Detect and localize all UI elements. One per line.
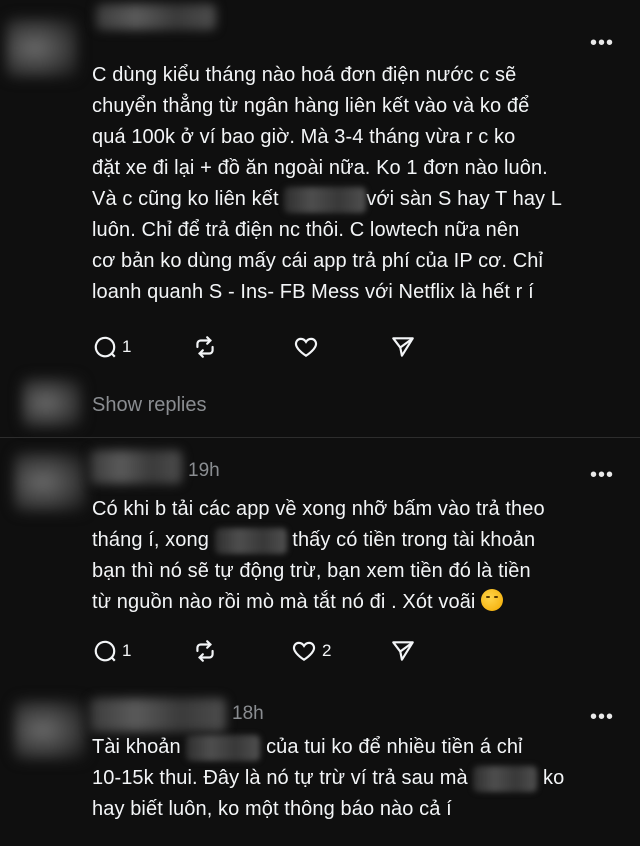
text-segment: Và c cũng ko liên kết [92,188,279,210]
text-segment: thấy có tiền trong tài khoản [292,529,536,551]
repost-button[interactable] [192,636,218,666]
action-bar: 1 2 [92,636,452,666]
username-redacted[interactable] [90,698,226,732]
reply-avatar[interactable] [22,378,82,428]
text-line: từ nguồn nào rồi mò mà tắt nó đi . Xót v… [92,587,632,618]
heart-icon [294,337,318,357]
comment-text: Tài khoản của tui ko để nhiều tiền á chỉ… [92,732,632,825]
redacted-text [186,734,261,761]
action-bar: 1 [92,332,452,362]
redacted-text [214,527,287,554]
text-segment: ko [543,767,565,789]
text-line: đặt xe đi lại + đồ ăn ngoài nữa. Ko 1 đơ… [92,157,548,179]
text-segment: từ nguồn nào rồi mò mà tắt nó đi . Xót v… [92,591,476,613]
woozy-face-emoji [481,589,504,611]
text-segment: 10-15k thui. Đây là nó tự trừ ví trả sau… [92,767,468,789]
more-options-icon[interactable]: ••• [590,465,614,485]
reply-button[interactable]: 1 [92,636,131,666]
more-options-icon[interactable]: ••• [590,33,614,53]
username-redacted[interactable] [90,450,182,484]
like-button[interactable]: 2 [290,636,331,666]
send-icon [392,337,414,357]
reply-count: 1 [122,641,132,660]
text-line: loanh quanh S - Ins- FB Mess với Netflix… [92,281,534,303]
avatar[interactable] [14,452,86,512]
text-line: Có khi b tải các app về xong nhỡ bấm vào… [92,498,545,520]
comment-text: C dùng kiểu tháng nào hoá đơn điện nước … [92,60,632,308]
repost-button[interactable] [192,332,218,362]
comment-bubble-icon [94,640,116,662]
text-line: luôn. Chỉ để trả điện nc thôi. C lowtech… [92,219,520,241]
timestamp: 19h [188,460,220,481]
timestamp: 18h [232,703,264,724]
comment-bubble-icon [94,336,116,358]
text-line: Và c cũng ko liên kết với sàn S hay T ha… [92,184,632,215]
share-button[interactable] [390,332,416,362]
redacted-text [473,765,538,792]
text-line: quá 100k ở ví bao giờ. Mà 3-4 tháng vừa … [92,126,516,148]
share-button[interactable] [390,636,416,666]
show-replies-link[interactable]: Show replies [92,394,207,417]
text-segment: của tui ko để nhiều tiền á chỉ [266,736,523,758]
avatar[interactable] [14,700,86,760]
text-line: C dùng kiểu tháng nào hoá đơn điện nước … [92,64,517,86]
text-segment: tháng í, xong [92,529,209,551]
divider [0,437,640,438]
text-line: bạn thì nó sẽ tự động trừ, bạn xem tiền … [92,560,531,582]
repost-arrows-icon [196,336,214,358]
text-line: 10-15k thui. Đây là nó tự trừ ví trả sau… [92,763,632,794]
text-segment: Tài khoản [92,736,181,758]
reply-count: 1 [122,337,132,356]
send-icon [392,641,414,661]
text-line: hay biết luôn, ko một thông báo nào cả í [92,798,452,820]
text-line: tháng í, xong thấy có tiền trong tài kho… [92,525,632,556]
text-line: Tài khoản của tui ko để nhiều tiền á chỉ [92,732,632,763]
more-options-icon[interactable]: ••• [590,707,614,727]
text-line: cơ bản ko dùng mấy cái app trả phí của I… [92,250,544,272]
redacted-text [284,186,367,213]
username-redacted[interactable] [96,4,216,30]
repost-arrows-icon [196,640,214,662]
text-segment: với sàn S hay T hay L [366,188,563,210]
heart-icon [292,641,316,661]
comment-text: Có khi b tải các app về xong nhỡ bấm vào… [92,494,632,618]
like-button[interactable] [292,332,320,362]
avatar[interactable] [6,18,78,78]
like-count: 2 [322,641,332,660]
reply-button[interactable]: 1 [92,332,131,362]
text-line: chuyển thẳng từ ngân hàng liên kết vào v… [92,95,530,117]
